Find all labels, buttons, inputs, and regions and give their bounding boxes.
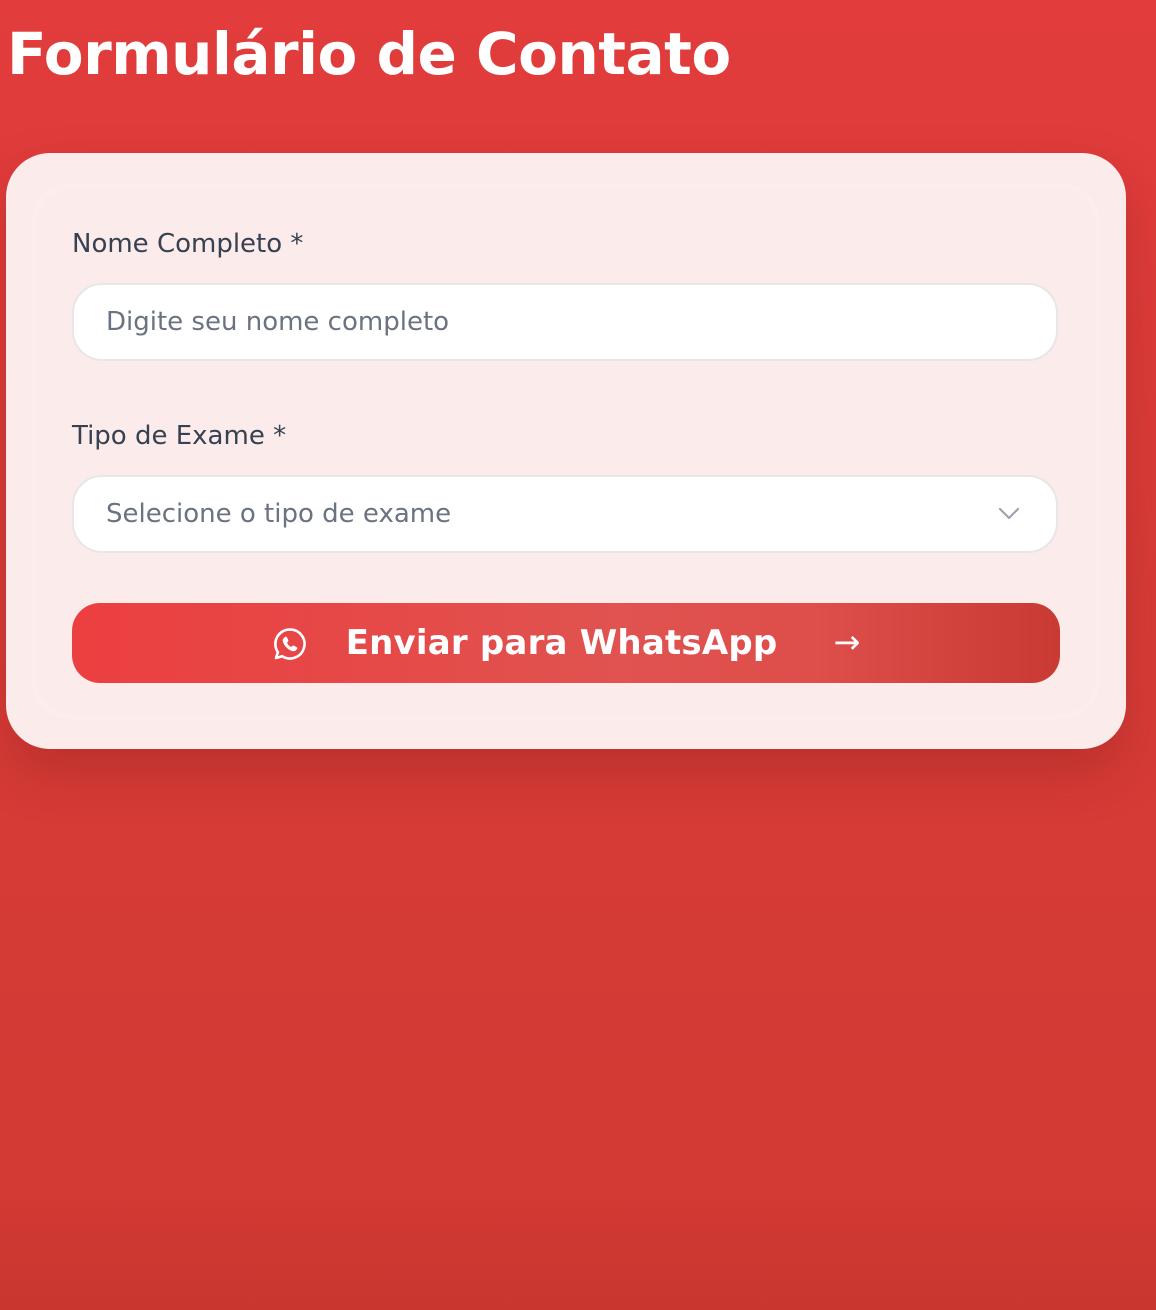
name-input[interactable] (72, 283, 1058, 361)
whatsapp-icon (273, 628, 306, 660)
exam-type-label: Tipo de Exame * (72, 421, 287, 451)
name-field-label: Nome Completo * (72, 229, 304, 259)
contact-form-card: Nome Completo * Tipo de Exame * Selecion… (6, 153, 1126, 749)
send-whatsapp-button[interactable]: Enviar para WhatsApp → (72, 603, 1060, 683)
exam-type-select[interactable]: Selecione o tipo de exame (72, 475, 1058, 553)
chevron-down-icon (998, 507, 1020, 520)
page-title: Formulário de Contato (7, 20, 731, 88)
arrow-right-icon: → (833, 623, 861, 661)
exam-type-selected-value: Selecione o tipo de exame (106, 499, 452, 529)
send-whatsapp-label: Enviar para WhatsApp (345, 623, 778, 663)
